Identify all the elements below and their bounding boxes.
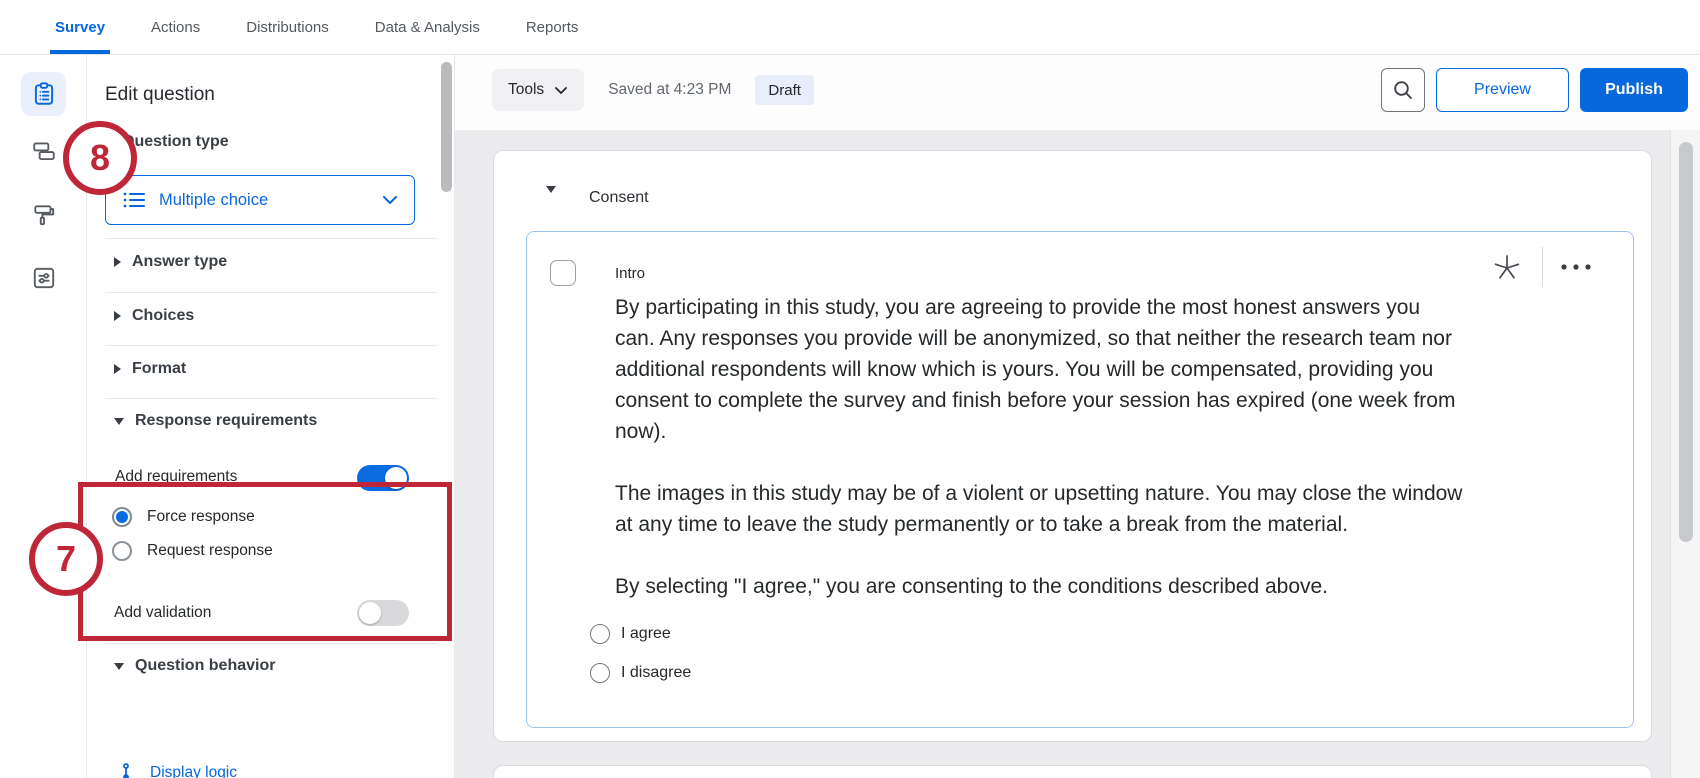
question-label[interactable]: Intro <box>615 265 645 282</box>
divider <box>105 398 437 399</box>
survey-builder-icon <box>31 81 57 107</box>
force-response-option[interactable]: Force response <box>112 507 255 527</box>
look-and-feel-button[interactable] <box>21 193 66 237</box>
multiple-choice-list-icon <box>122 190 146 210</box>
ellipsis-menu-icon[interactable] <box>1558 250 1594 284</box>
radio-unselected-icon <box>590 663 610 683</box>
chevron-down-icon <box>554 86 568 95</box>
draft-badge: Draft <box>755 75 814 105</box>
question-type-dropdown[interactable]: Multiple choice <box>105 175 415 225</box>
divider <box>105 345 437 346</box>
survey-options-button[interactable] <box>21 256 66 300</box>
question-card-intro[interactable]: Intro <box>526 231 1634 728</box>
edit-question-panel: Edit question Question type Multiple cho… <box>87 55 455 778</box>
panel-scrollbar-thumb[interactable] <box>441 62 452 192</box>
radio-selected-icon <box>112 507 132 527</box>
choice-label: I disagree <box>621 664 691 682</box>
add-validation-label: Add validation <box>114 604 211 622</box>
saved-status: Saved at 4:23 PM <box>608 81 731 99</box>
tab-actions[interactable]: Actions <box>128 0 223 54</box>
caret-right-icon <box>114 257 121 267</box>
question-text[interactable]: By participating in this study, you are … <box>615 292 1463 633</box>
tab-reports[interactable]: Reports <box>503 0 602 54</box>
radio-unselected-icon <box>590 624 610 644</box>
survey-flow-icon <box>31 138 57 164</box>
survey-canvas: Consent Intro <box>455 130 1700 778</box>
section-response-requirements[interactable]: Response requirements <box>114 412 317 430</box>
question-paragraph: The images in this study may be of a vio… <box>615 478 1463 540</box>
top-nav: Survey Actions Distributions Data & Anal… <box>0 0 1700 55</box>
canvas-toolbar: Tools Saved at 4:23 PM Draft <box>492 68 814 112</box>
section-choices[interactable]: Choices <box>114 307 194 325</box>
section-label: Answer type <box>132 253 227 271</box>
choice-i-disagree[interactable]: I disagree <box>590 663 691 683</box>
tab-survey[interactable]: Survey <box>32 0 128 54</box>
preview-button[interactable]: Preview <box>1436 68 1569 112</box>
tab-data-analysis[interactable]: Data & Analysis <box>352 0 503 54</box>
survey-canvas-area: Tools Saved at 4:23 PM Draft Preview Pub… <box>455 55 1700 778</box>
tools-label: Tools <box>508 81 544 99</box>
question-paragraph: By participating in this study, you are … <box>615 292 1463 447</box>
tools-menu-button[interactable]: Tools <box>492 69 584 111</box>
section-question-behavior[interactable]: Question behavior <box>114 657 275 675</box>
survey-builder-button[interactable] <box>21 72 66 116</box>
section-label: Choices <box>132 307 194 325</box>
canvas-toolbar-actions: Preview Publish <box>1381 68 1688 112</box>
tab-distributions[interactable]: Distributions <box>223 0 352 54</box>
caret-down-icon <box>114 663 124 670</box>
canvas-scrollbar-thumb[interactable] <box>1679 142 1693 542</box>
divider <box>105 238 437 239</box>
section-label: Response requirements <box>135 412 317 430</box>
add-requirements-toggle[interactable] <box>357 465 409 491</box>
request-response-label: Request response <box>147 542 273 560</box>
add-validation-toggle[interactable] <box>357 600 409 626</box>
display-logic-icon <box>122 763 136 778</box>
section-label: Format <box>132 360 186 378</box>
caret-down-icon <box>114 418 124 425</box>
survey-flow-button[interactable] <box>21 129 66 173</box>
paint-roller-icon <box>31 202 57 228</box>
section-label: Question behavior <box>135 657 275 675</box>
add-requirements-label: Add requirements <box>115 468 237 486</box>
chevron-down-icon <box>382 195 398 205</box>
section-format[interactable]: Format <box>114 360 186 378</box>
caret-right-icon <box>114 311 121 321</box>
divider <box>105 292 437 293</box>
radio-unselected-icon <box>112 541 132 561</box>
divider <box>105 643 437 644</box>
qualtrics-survey-editor: Survey Actions Distributions Data & Anal… <box>0 0 1700 778</box>
choice-i-agree[interactable]: I agree <box>590 624 671 644</box>
force-response-label: Force response <box>147 508 255 526</box>
divider <box>1542 247 1543 287</box>
display-logic-link[interactable]: Display logic <box>122 763 237 778</box>
search-icon <box>1392 79 1414 101</box>
caret-right-icon <box>114 364 121 374</box>
publish-button[interactable]: Publish <box>1580 68 1688 112</box>
toggle-knob <box>385 467 407 489</box>
question-type-label: Question type <box>122 133 229 151</box>
search-button[interactable] <box>1381 68 1425 112</box>
question-paragraph: By selecting "I agree," you are consenti… <box>615 571 1463 602</box>
left-icon-rail <box>0 55 87 778</box>
block-collapse-caret-icon[interactable] <box>546 193 556 211</box>
consent-block: Consent Intro <box>493 150 1652 742</box>
next-block-partial[interactable] <box>493 765 1652 778</box>
request-response-option[interactable]: Request response <box>112 541 273 561</box>
toggle-knob <box>359 602 381 624</box>
canvas-scrollbar[interactable] <box>1670 130 1700 778</box>
sliders-icon <box>31 265 57 291</box>
block-title[interactable]: Consent <box>589 189 649 207</box>
panel-title: Edit question <box>105 84 215 106</box>
choice-label: I agree <box>621 625 671 643</box>
section-answer-type[interactable]: Answer type <box>114 253 227 271</box>
force-response-asterisk-icon[interactable] <box>1490 250 1524 284</box>
display-logic-label: Display logic <box>150 764 237 778</box>
question-type-value: Multiple choice <box>159 191 382 210</box>
question-checkbox[interactable] <box>550 260 576 286</box>
